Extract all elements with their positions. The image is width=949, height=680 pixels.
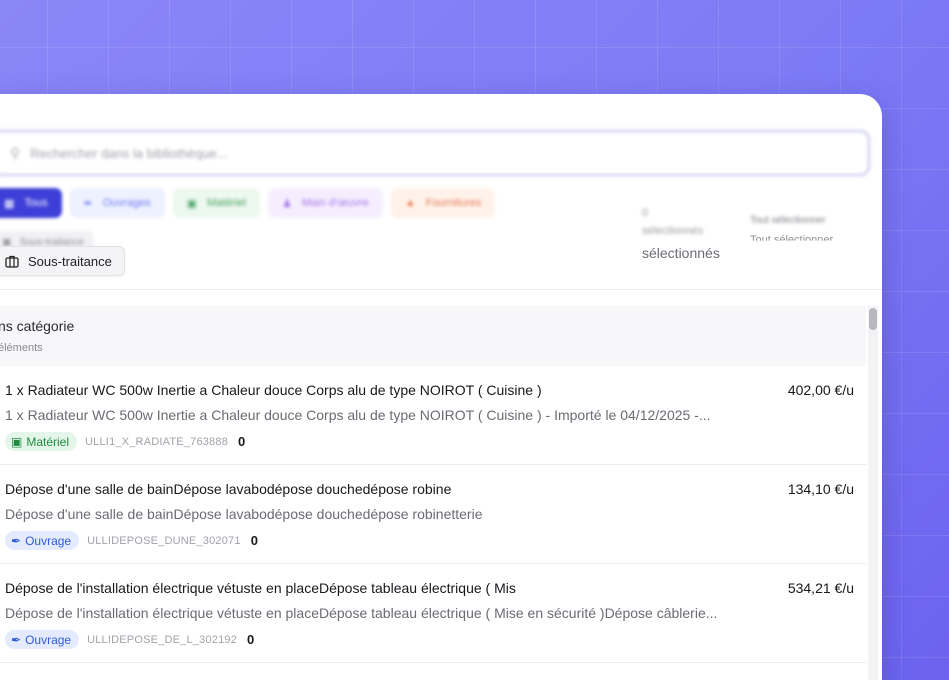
filter-fournitures[interactable]: ▲ Fournitures — [390, 188, 496, 218]
tag-materiel: ▣ Matériel — [5, 432, 78, 451]
ghost-select-all: Tout sélectionner — [750, 215, 826, 226]
item-description: Dépose de l'installation électrique vétu… — [5, 605, 718, 621]
tag-ouvrage: ✒ Ouvrage — [5, 531, 80, 550]
box-icon: ▣ — [186, 197, 197, 210]
filter-main-oeuvre[interactable]: ♟ Main d'œuvre — [268, 188, 383, 218]
filter-label: Tous — [24, 197, 48, 209]
search-placeholder: Rechercher dans la bibliothèque... — [30, 145, 228, 161]
list-scrollbar[interactable] — [868, 306, 878, 680]
item-price: 134,10 €/u — [787, 481, 854, 497]
search-icon: ⚲ — [10, 144, 21, 161]
warning-icon: ▲ — [404, 197, 416, 209]
item-quantity: 0 — [238, 434, 246, 449]
item-quantity: 0 — [250, 533, 258, 548]
ghost-count-label: sélectionnés — [642, 225, 704, 237]
filter-chips: ▦ Tous ✒ Ouvrages ▣ Matériel ♟ Main d'œu… — [0, 188, 496, 218]
item-description: 1 x Radiateur WC 500w Inertie a Chaleur … — [5, 407, 711, 423]
select-all-button[interactable]: Tout sélectionner — [750, 234, 833, 241]
tag-label: Matériel — [26, 434, 70, 449]
filter-ouvrages[interactable]: ✒ Ouvrages — [69, 188, 165, 218]
filter-label: Main d'œuvre — [301, 197, 369, 209]
item-title: 1 x Radiateur WC 500w Inertie a Chaleur … — [5, 382, 542, 398]
user-icon: ♟ — [282, 197, 292, 210]
item-meta: ▣ Matériel ULLI1_X_RADIATE_763888 0 — [5, 432, 866, 451]
grid-icon: ▦ — [4, 197, 15, 210]
item-reference: ULLIDEPOSE_DE_L_302192 — [87, 633, 238, 646]
item-description: Dépose d'une salle de bainDépose lavabod… — [5, 506, 483, 522]
box-icon: ▣ — [11, 434, 23, 449]
item-meta: ✒ Ouvrage ULLIDEPOSE_DUNE_302071 0 — [5, 531, 866, 550]
sous-traitance-label: Sous-traitance — [28, 253, 112, 269]
wrench-icon: ✒ — [11, 533, 22, 548]
item-quantity: 0 — [247, 632, 255, 647]
filter-label: Ouvrages — [102, 197, 151, 209]
item-meta: ✒ Ouvrage ULLIDEPOSE_DE_L_302192 0 — [5, 630, 866, 649]
library-list: ns catégorie éléments 1 x Radiateur WC 5… — [0, 306, 866, 663]
category-header[interactable]: ns catégorie éléments — [0, 306, 866, 366]
filter-tous[interactable]: ▦ Tous — [0, 188, 62, 218]
item-price: 402,00 €/u — [787, 382, 854, 398]
tag-label: Ouvrage — [25, 632, 72, 647]
tag-ouvrage: ✒ Ouvrage — [5, 630, 80, 649]
selection-count: sélectionnés — [642, 245, 720, 261]
tag-label: Ouvrage — [25, 533, 72, 548]
category-count: éléments — [0, 342, 43, 354]
item-title: Dépose d'une salle de bainDépose lavabod… — [5, 481, 452, 497]
filter-label: Fournitures — [425, 197, 482, 209]
item-reference: ULLI1_X_RADIATE_763888 — [85, 435, 229, 448]
wrench-icon: ✒ — [11, 632, 22, 647]
item-price: 534,21 €/u — [787, 580, 854, 596]
wrench-icon: ✒ — [83, 197, 93, 210]
header-divider — [0, 289, 882, 290]
category-title: ns catégorie — [0, 318, 75, 334]
item-reference: ULLIDEPOSE_DUNE_302071 — [87, 534, 241, 547]
search-input[interactable]: ⚲ Rechercher dans la bibliothèque... — [0, 130, 870, 176]
list-item[interactable]: Dépose d'une salle de bainDépose lavabod… — [0, 465, 866, 564]
scrollbar-thumb[interactable] — [869, 308, 877, 330]
list-item[interactable]: Dépose de l'installation électrique vétu… — [0, 564, 866, 663]
briefcase-icon — [5, 255, 19, 268]
library-panel: ⚲ Rechercher dans la bibliothèque... ▦ T… — [0, 94, 882, 680]
ghost-selection-count: 0 sélectionnés — [642, 204, 703, 240]
filter-sous-traitance[interactable]: Sous-traitance — [0, 246, 125, 276]
ghost-count-value: 0 — [642, 207, 649, 219]
list-item[interactable]: 1 x Radiateur WC 500w Inertie a Chaleur … — [0, 366, 866, 465]
filter-materiel[interactable]: ▣ Matériel — [172, 188, 261, 218]
item-title: Dépose de l'installation électrique vétu… — [5, 580, 516, 596]
filter-label: Matériel — [206, 197, 247, 209]
